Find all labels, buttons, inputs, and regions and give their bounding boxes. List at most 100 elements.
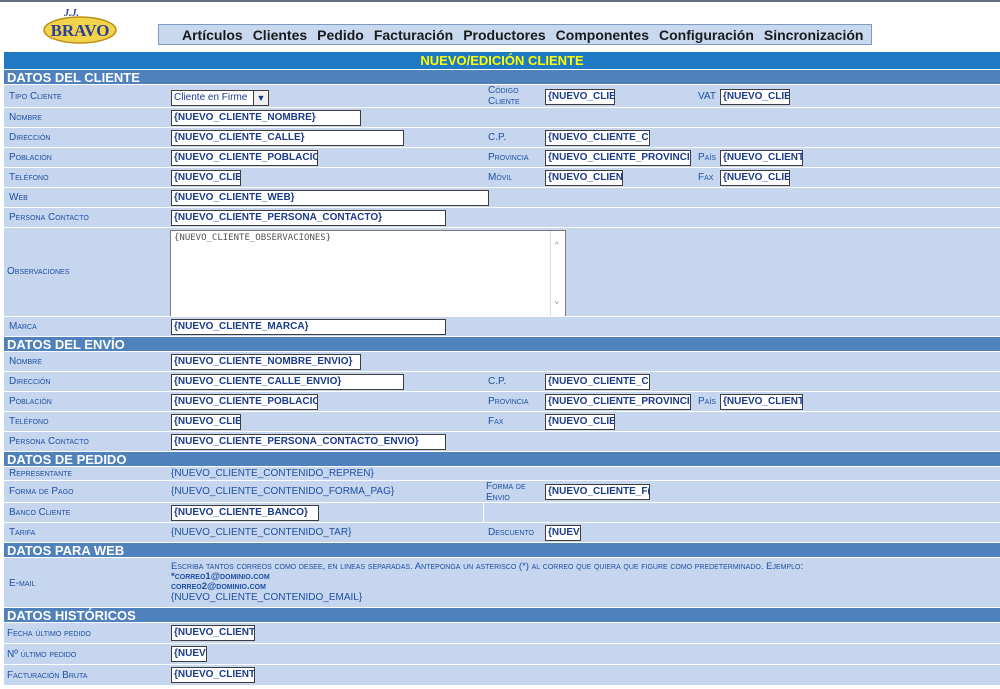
email-label: E-mail: [9, 578, 36, 589]
section-envio-header: DATOS DEL ENVÍO: [4, 336, 1000, 352]
row-envio-poblacion: Población {NUEVO_CLIENTE_POBLACIO Provin…: [4, 391, 1000, 411]
telefono-input[interactable]: {NUEVO_CLIE: [171, 170, 241, 186]
envio-fax-input[interactable]: {NUEVO_CLIE: [545, 414, 615, 430]
tipo-cliente-value: Cliente en Firme: [174, 92, 248, 103]
fax-input[interactable]: {NUEVO_CLIE: [720, 170, 790, 186]
section-pedido-header: DATOS DE PEDIDO: [4, 451, 1000, 467]
descuento-input[interactable]: {NUEV: [545, 525, 581, 541]
cp-input[interactable]: {NUEVO_CLIENTE_C: [545, 130, 650, 146]
section-cliente-header: DATOS DEL CLIENTE: [4, 69, 1000, 85]
row-envio-nombre: Nombre {NUEVO_CLIENTE_NOMBRE_ENVIO}: [4, 351, 1000, 371]
codigo-cliente-input[interactable]: {NUEVO_CLIE: [545, 89, 615, 105]
row-banco: Banco Cliente {NUEVO_CLIENTE_BANCO}: [4, 502, 1000, 522]
textarea-scrollbar[interactable]: ⌃ ⌄: [550, 231, 565, 316]
menu-productores[interactable]: Productores: [463, 27, 545, 43]
envio-provincia-input[interactable]: {NUEVO_CLIENTE_PROVINCI/: [545, 394, 691, 410]
representante-label: Representante: [9, 468, 73, 479]
menu-facturacion[interactable]: Facturación: [374, 27, 453, 43]
nombre-label: Nombre: [9, 112, 42, 123]
pais-label: País: [698, 152, 716, 163]
envio-poblacion-label: Población: [9, 396, 52, 407]
web-input[interactable]: {NUEVO_CLIENTE_WEB}: [171, 190, 489, 206]
fecha-ultimo-pedido-label: Fecha último pedido: [7, 628, 91, 639]
facturacion-bruta-input[interactable]: {NUEVO_CLIENT: [171, 667, 255, 683]
observaciones-value: {NUEVO_CLIENTE_OBSERVACIONES}: [174, 233, 332, 243]
top-border: [0, 0, 1000, 2]
row-representante: Representante {NUEVO_CLIENTE_CONTENIDO_R…: [4, 466, 1000, 480]
fecha-ultimo-pedido-input[interactable]: {NUEVO_CLIENT: [171, 625, 255, 641]
section-historicos-header: DATOS HISTÓRICOS: [4, 607, 1000, 623]
envio-nombre-input[interactable]: {NUEVO_CLIENTE_NOMBRE_ENVIO}: [171, 354, 361, 370]
row-direccion: Dirección {NUEVO_CLIENTE_CALLE} C.P. {NU…: [4, 127, 1000, 147]
menu-sincronizacion[interactable]: Sincronización: [764, 27, 864, 43]
main-menu: Artículos Clientes Pedido Facturación Pr…: [158, 24, 872, 45]
row-web: Web {NUEVO_CLIENTE_WEB}: [4, 187, 1000, 207]
row-email: E-mail Escriba tantos correos como desee…: [4, 557, 1000, 607]
telefono-label: Teléfono: [9, 172, 49, 183]
envio-cp-label: C.P.: [488, 376, 507, 387]
envio-contacto-input[interactable]: {NUEVO_CLIENTE_PERSONA_CONTACTO_ENVIO}: [171, 434, 446, 450]
vat-label: VAT: [698, 91, 716, 102]
row-poblacion: Población {NUEVO_CLIENTE_POBLACIO Provin…: [4, 147, 1000, 167]
persona-contacto-input[interactable]: {NUEVO_CLIENTE_PERSONA_CONTACTO}: [171, 210, 446, 226]
envio-nombre-label: Nombre: [9, 356, 42, 367]
forma-envio-input[interactable]: {NUEVO_CLIENTE_F(: [545, 484, 650, 500]
pais-input[interactable]: {NUEVO_CLIENT: [720, 150, 803, 166]
forma-pago-label: Forma de Pago: [9, 486, 74, 497]
svg-text:J.J.: J.J.: [63, 8, 79, 19]
svg-text:BRAVO: BRAVO: [51, 21, 110, 40]
vat-input[interactable]: {NUEVO_CLIE: [720, 89, 790, 105]
fax-label: Fax: [698, 172, 714, 183]
row-envio-direccion: Dirección {NUEVO_CLIENTE_CALLE_ENVIO} C.…: [4, 371, 1000, 391]
movil-input[interactable]: {NUEVO_CLIEN: [545, 170, 623, 186]
persona-contacto-label: Persona Contacto: [9, 212, 89, 223]
banco-input[interactable]: {NUEVO_CLIENTE_BANCO}: [171, 505, 319, 521]
row-persona-contacto: Persona Contacto {NUEVO_CLIENTE_PERSONA_…: [4, 207, 1000, 227]
envio-contacto-label: Persona Contacto: [9, 436, 89, 447]
envio-provincia-label: Provincia: [488, 396, 529, 407]
banco-label: Banco Cliente: [9, 507, 71, 518]
facturacion-bruta-label: Facturación Bruta: [7, 670, 88, 681]
tipo-cliente-select[interactable]: Cliente en Firme ▼: [171, 90, 269, 106]
row-observaciones: Observaciones {NUEVO_CLIENTE_OBSERVACION…: [4, 227, 1000, 317]
row-numero-ultimo-pedido: Nº último pedido {NUEV: [4, 643, 1000, 664]
envio-poblacion-input[interactable]: {NUEVO_CLIENTE_POBLACIO: [171, 394, 318, 410]
row-tipo-cliente: Tipo Cliente Cliente en Firme ▼ Código C…: [4, 84, 1000, 107]
envio-pais-input[interactable]: {NUEVO_CLIENT: [720, 394, 803, 410]
tarifa-label: Tarifa: [9, 527, 36, 538]
observaciones-textarea[interactable]: {NUEVO_CLIENTE_OBSERVACIONES} ⌃ ⌄: [170, 230, 566, 317]
chevron-down-icon[interactable]: ▼: [253, 91, 268, 105]
poblacion-label: Población: [9, 152, 52, 163]
provincia-label: Provincia: [488, 152, 529, 163]
row-envio-telefono: Teléfono {NUEVO_CLIE Fax {NUEVO_CLIE: [4, 411, 1000, 431]
numero-ultimo-pedido-input[interactable]: {NUEV: [171, 646, 207, 662]
envio-direccion-input[interactable]: {NUEVO_CLIENTE_CALLE_ENVIO}: [171, 374, 404, 390]
menu-configuracion[interactable]: Configuración: [659, 27, 754, 43]
row-tarifa: Tarifa {NUEVO_CLIENTE_CONTENIDO_TAR} Des…: [4, 522, 1000, 542]
row-nombre: Nombre {NUEVO_CLIENTE_NOMBRE}: [4, 107, 1000, 127]
forma-pago-value: {NUEVO_CLIENTE_CONTENIDO_FORMA_PAG}: [171, 486, 395, 497]
row-telefono: Teléfono {NUEVO_CLIE Móvil {NUEVO_CLIEN …: [4, 167, 1000, 187]
envio-telefono-input[interactable]: {NUEVO_CLIE: [171, 414, 241, 430]
poblacion-input[interactable]: {NUEVO_CLIENTE_POBLACIO: [171, 150, 318, 166]
chevron-down-icon[interactable]: ⌄: [554, 296, 559, 306]
nombre-input[interactable]: {NUEVO_CLIENTE_NOMBRE}: [171, 110, 361, 126]
row-marca: Marca {NUEVO_CLIENTE_MARCA}: [4, 316, 1000, 336]
envio-cp-input[interactable]: {NUEVO_CLIENTE_C: [545, 374, 650, 390]
section-web-header: DATOS PARA WEB: [4, 542, 1000, 558]
menu-articulos[interactable]: Artículos: [182, 27, 243, 43]
row-envio-contacto: Persona Contacto {NUEVO_CLIENTE_PERSONA_…: [4, 431, 1000, 451]
menu-componentes[interactable]: Componentes: [556, 27, 649, 43]
menu-clientes[interactable]: Clientes: [253, 27, 307, 43]
direccion-input[interactable]: {NUEVO_CLIENTE_CALLE}: [171, 130, 404, 146]
marca-input[interactable]: {NUEVO_CLIENTE_MARCA}: [171, 319, 446, 335]
email-value[interactable]: {NUEVO_CLIENTE_CONTENIDO_EMAIL}: [171, 592, 362, 604]
provincia-input[interactable]: {NUEVO_CLIENTE_PROVINCI/: [545, 150, 691, 166]
descuento-label: Descuento: [488, 527, 534, 538]
direccion-label: Dirección: [9, 132, 51, 143]
bravo-logo[interactable]: J.J. BRAVO: [42, 6, 118, 46]
envio-direccion-label: Dirección: [9, 376, 51, 387]
chevron-up-icon[interactable]: ⌃: [554, 241, 559, 251]
menu-pedido[interactable]: Pedido: [317, 27, 364, 43]
row-facturacion-bruta: Facturación Bruta {NUEVO_CLIENT: [4, 664, 1000, 685]
